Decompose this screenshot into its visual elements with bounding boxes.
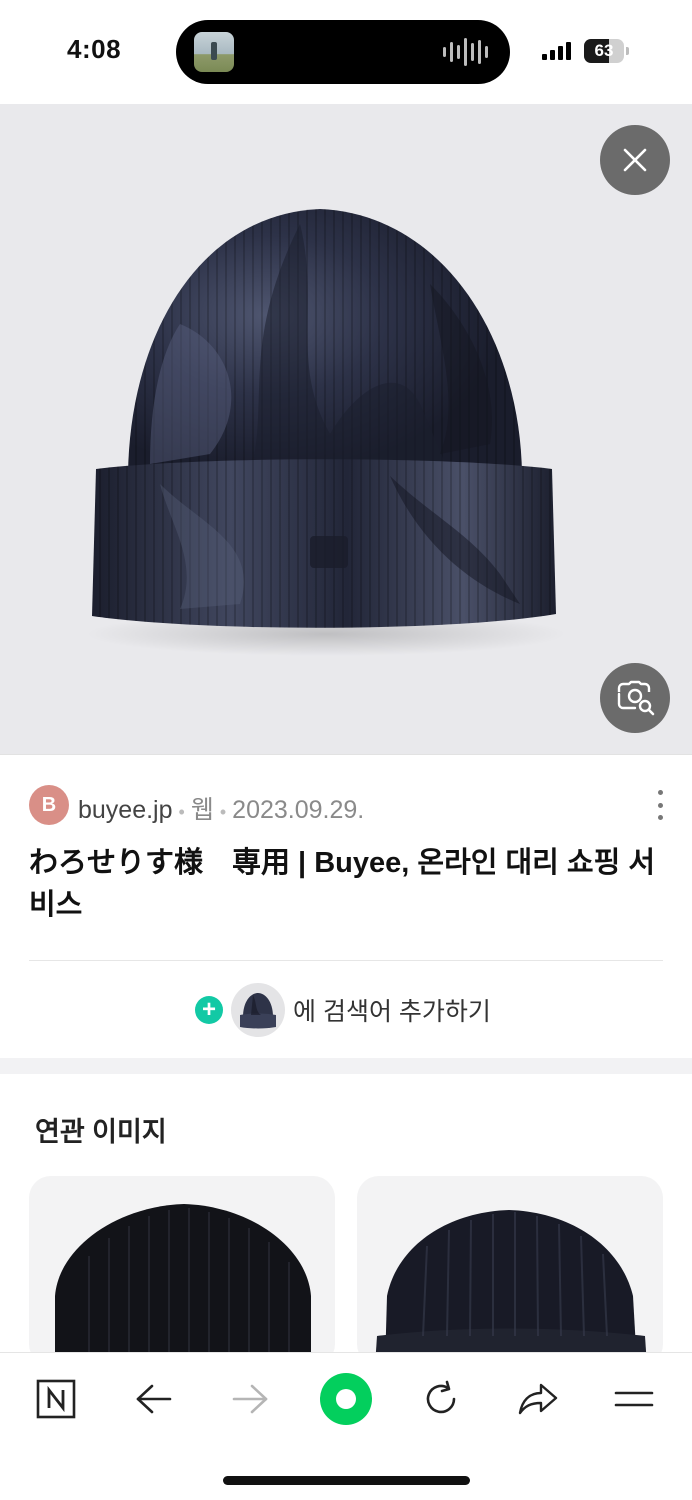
home-indicator[interactable] — [223, 1476, 470, 1485]
hero-image[interactable] — [0, 104, 692, 754]
add-search-term-label: 에 검색어 추가하기 — [293, 998, 491, 1026]
more-options-icon[interactable] — [650, 790, 670, 820]
source-avatar: B — [29, 785, 69, 825]
source-date: 2023.09.29. — [232, 796, 365, 824]
related-image — [375, 1210, 647, 1366]
beanie-image — [86, 209, 566, 656]
source-domain[interactable]: buyee.jp — [78, 796, 173, 824]
separator-dot: • — [178, 802, 185, 822]
battery-cap — [626, 47, 629, 55]
battery-icon: 63 — [584, 39, 624, 63]
refresh-icon — [426, 1380, 456, 1414]
divider — [0, 754, 692, 755]
naver-home-icon — [36, 1379, 76, 1419]
share-icon — [518, 1383, 558, 1415]
status-bar: 4:08 63 — [0, 0, 692, 104]
related-image-card[interactable] — [29, 1176, 335, 1366]
back-button[interactable] — [126, 1371, 182, 1427]
plus-icon: + — [195, 996, 223, 1024]
naver-home-button[interactable] — [28, 1371, 84, 1427]
section-separator — [0, 1058, 692, 1074]
dynamic-island[interactable] — [176, 20, 510, 84]
close-icon — [623, 148, 647, 172]
add-search-term-button[interactable]: + 에 검색어 추가하기 — [195, 982, 491, 1038]
related-image-card[interactable] — [357, 1176, 663, 1366]
source-line[interactable]: buyee.jp • 웹 • 2023.09.29. — [78, 790, 364, 826]
menu-button[interactable] — [606, 1371, 662, 1427]
beanie-thumbnail — [231, 983, 285, 1037]
related-image — [55, 1204, 311, 1366]
share-button[interactable] — [510, 1371, 566, 1427]
separator-dot: • — [219, 802, 227, 822]
battery-percent: 63 — [594, 41, 614, 60]
close-button[interactable] — [600, 125, 670, 195]
source-type: 웹 — [190, 796, 214, 824]
now-playing-thumbnail — [194, 32, 234, 72]
forward-button[interactable] — [222, 1371, 278, 1427]
refresh-button[interactable] — [413, 1371, 469, 1427]
audio-waveform-icon — [443, 38, 488, 66]
green-dot-icon — [320, 1373, 372, 1425]
divider — [29, 960, 663, 961]
menu-icon — [614, 1391, 654, 1407]
cellular-signal-icon — [542, 42, 571, 60]
result-title-link[interactable]: わろせりす様 専用 | Buyee, 온라인 대리 쇼핑 서비스 — [29, 842, 659, 926]
image-search-button[interactable] — [600, 663, 670, 733]
back-arrow-icon — [136, 1384, 172, 1414]
forward-arrow-icon — [232, 1384, 268, 1414]
image-search-icon — [617, 680, 655, 716]
green-dot-button[interactable] — [317, 1370, 375, 1428]
status-time: 4:08 — [67, 34, 122, 64]
related-images-heading: 연관 이미지 — [35, 1117, 167, 1147]
